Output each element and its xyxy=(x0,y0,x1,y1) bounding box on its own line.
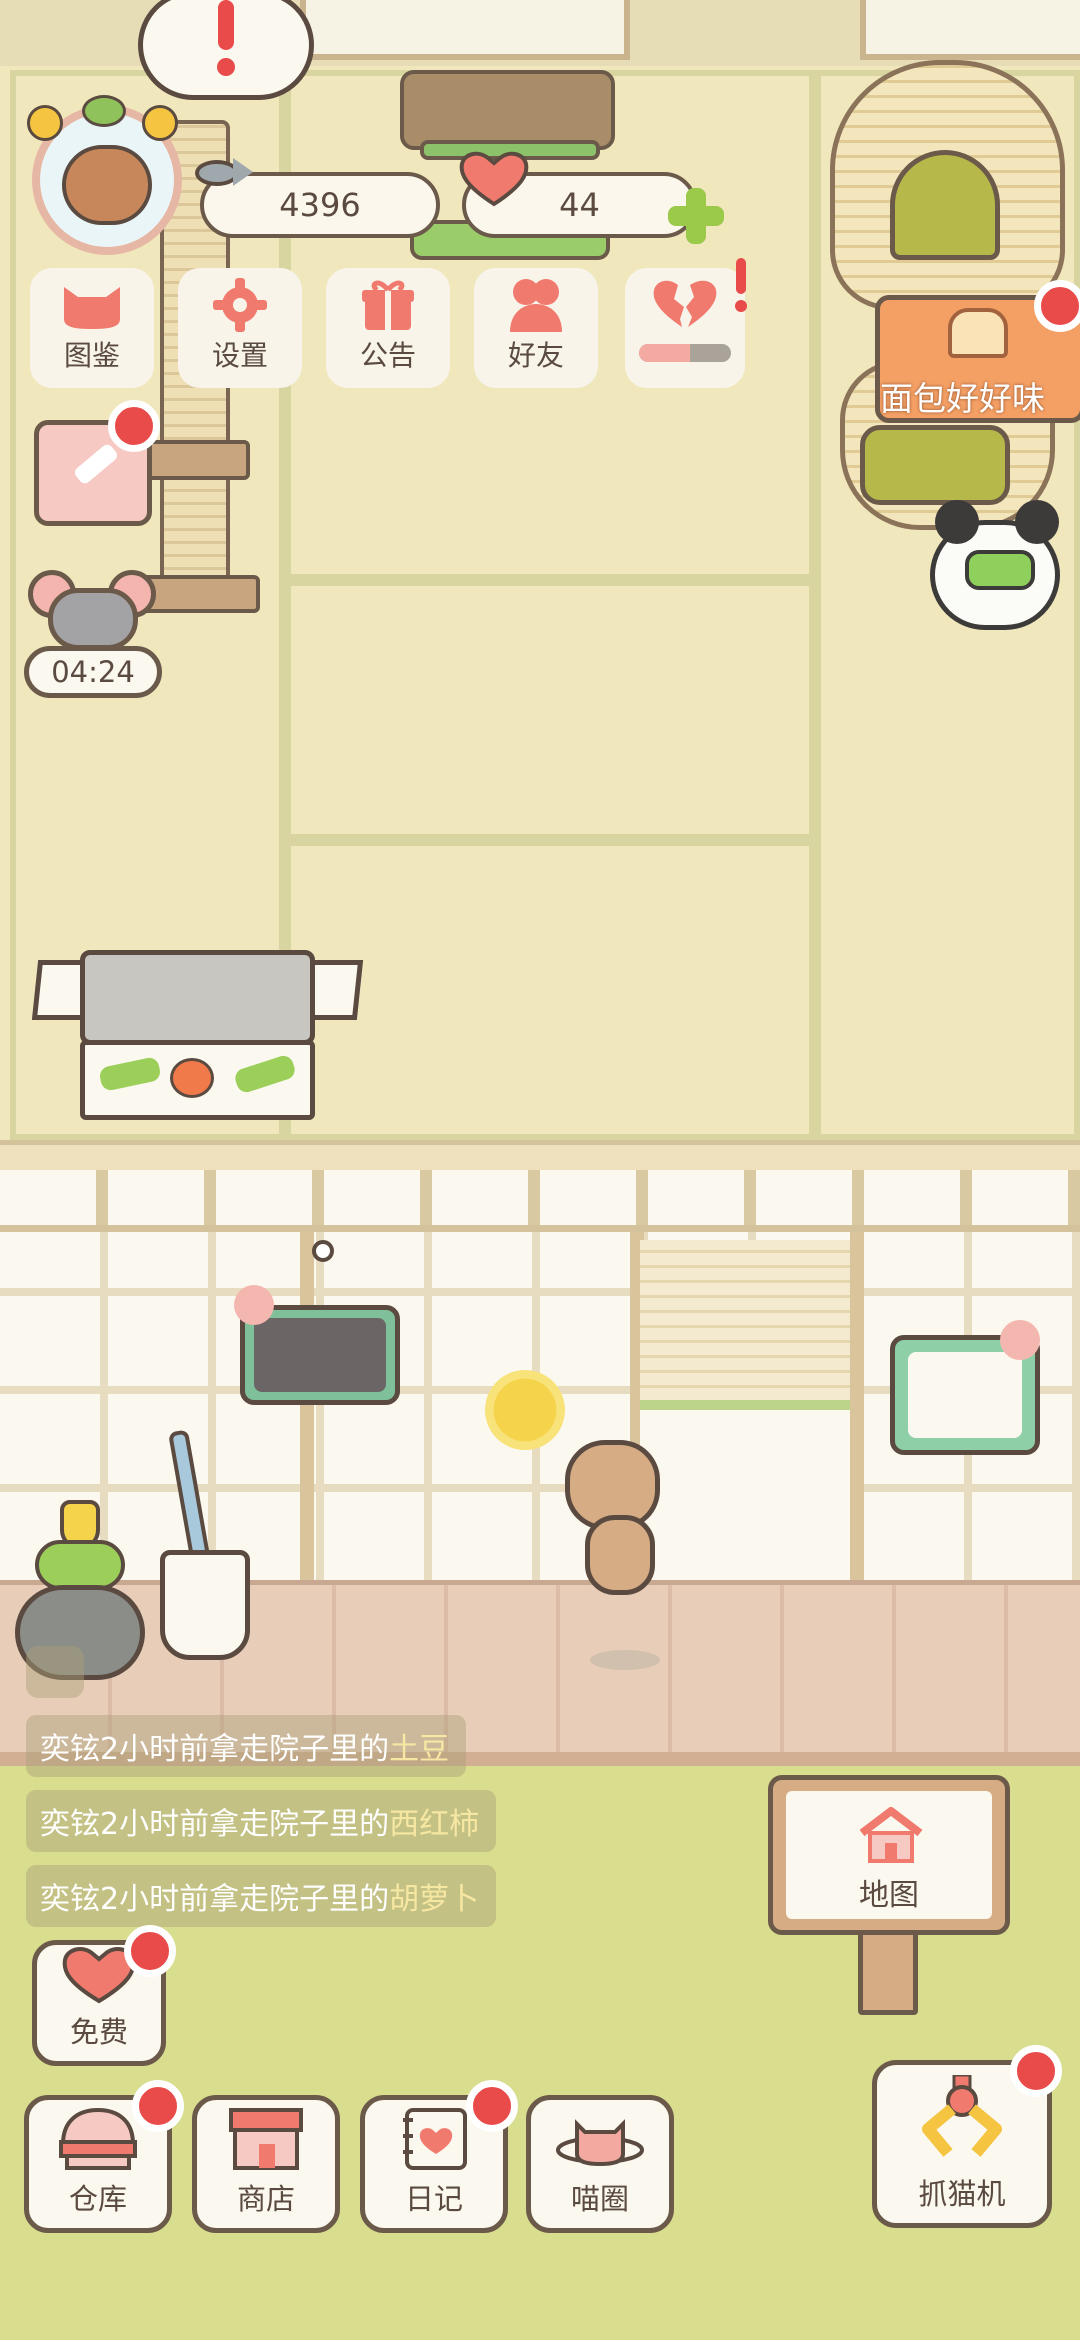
activity-feed-item: 奕铉2小时前拿走院子里的 胡萝卜 xyxy=(26,1865,496,1927)
diary-label: 日记 xyxy=(404,2182,463,2216)
visit-timer[interactable]: 04:24 xyxy=(24,646,162,698)
timer-text: 04:24 xyxy=(51,655,135,689)
map-signpost[interactable]: 地图 xyxy=(768,1775,1010,2015)
menu-button-announcement[interactable]: 公告 xyxy=(326,268,450,388)
panda-character xyxy=(920,490,1070,640)
activity-feed-item: 奕铉2小时前拿走院子里的 土豆 xyxy=(26,1715,466,1777)
map-label: 地图 xyxy=(859,1878,919,1913)
notification-dot xyxy=(132,2080,184,2132)
notification-dot xyxy=(108,400,160,452)
toast-icon xyxy=(948,308,1008,358)
vegetable-box xyxy=(31,950,364,1120)
notification-dot xyxy=(1010,2045,1062,2097)
beehive xyxy=(830,30,1065,530)
event-progress-bar xyxy=(639,344,731,362)
claw-machine-label: 抓猫机 xyxy=(918,2177,1006,2211)
menu-button-hearts-event[interactable] xyxy=(625,268,745,388)
top-window xyxy=(300,0,630,60)
tatami-mat xyxy=(285,840,815,1140)
free-label: 免费 xyxy=(69,2015,128,2049)
meow-circle-label: 喵圈 xyxy=(570,2182,629,2216)
diary-icon xyxy=(389,2106,479,2172)
fish-coin-icon xyxy=(195,150,255,196)
shop-label: 商店 xyxy=(236,2182,295,2216)
menu-label: 设置 xyxy=(211,339,268,372)
umbrella-stand xyxy=(160,1429,255,1665)
house-icon xyxy=(856,1805,926,1865)
plus-icon xyxy=(664,184,728,248)
bear-face-icon xyxy=(62,145,152,225)
menu-label: 图鉴 xyxy=(63,339,120,372)
feed-scroll-handle xyxy=(26,1646,84,1698)
wall-transom xyxy=(0,1170,1080,1232)
claw-icon xyxy=(914,2073,1010,2165)
banner-text: 面包好好味 xyxy=(880,379,1045,418)
friends-icon xyxy=(501,276,571,334)
flower-crown-icon xyxy=(22,95,192,145)
shiba-character xyxy=(475,1370,685,1670)
gift-icon xyxy=(353,276,423,334)
menu-label: 好友 xyxy=(507,339,564,372)
menu-button-friends[interactable]: 好友 xyxy=(474,268,598,388)
menu-button-settings[interactable]: 设置 xyxy=(178,268,302,388)
broken-heart-icon xyxy=(650,276,720,334)
warehouse-label: 仓库 xyxy=(68,2182,127,2216)
mouse-timer-icon xyxy=(28,570,158,650)
gear-icon xyxy=(205,276,275,334)
cat-head-icon xyxy=(57,276,127,334)
menu-label: 公告 xyxy=(359,339,416,372)
fish-coin-value: 4396 xyxy=(279,186,361,224)
add-hearts-button[interactable] xyxy=(664,184,728,248)
notification-dot xyxy=(466,2080,518,2132)
menu-button-catalog[interactable]: 图鉴 xyxy=(30,268,154,388)
tatami-mat xyxy=(285,580,815,840)
bunny-sign xyxy=(234,1240,405,1410)
activity-feed-item: 奕铉2小时前拿走院子里的 西红柿 xyxy=(26,1790,496,1852)
menu-board xyxy=(890,1320,1040,1460)
meow-circle-button[interactable]: 喵圈 xyxy=(526,2095,674,2233)
notification-dot xyxy=(1034,280,1080,332)
shop-button[interactable]: 商店 xyxy=(192,2095,340,2233)
heart-value: 44 xyxy=(559,186,600,224)
shop-icon xyxy=(221,2106,311,2172)
player-avatar[interactable] xyxy=(22,95,192,255)
heart-icon xyxy=(458,150,530,208)
exclamation-icon xyxy=(214,0,238,78)
warehouse-icon xyxy=(53,2106,143,2172)
notification-dot xyxy=(124,1925,176,1977)
planet-cat-icon xyxy=(555,2106,645,2172)
pencil-icon xyxy=(72,442,120,486)
shoji-post xyxy=(850,1232,864,1582)
exclamation-icon xyxy=(734,258,748,314)
